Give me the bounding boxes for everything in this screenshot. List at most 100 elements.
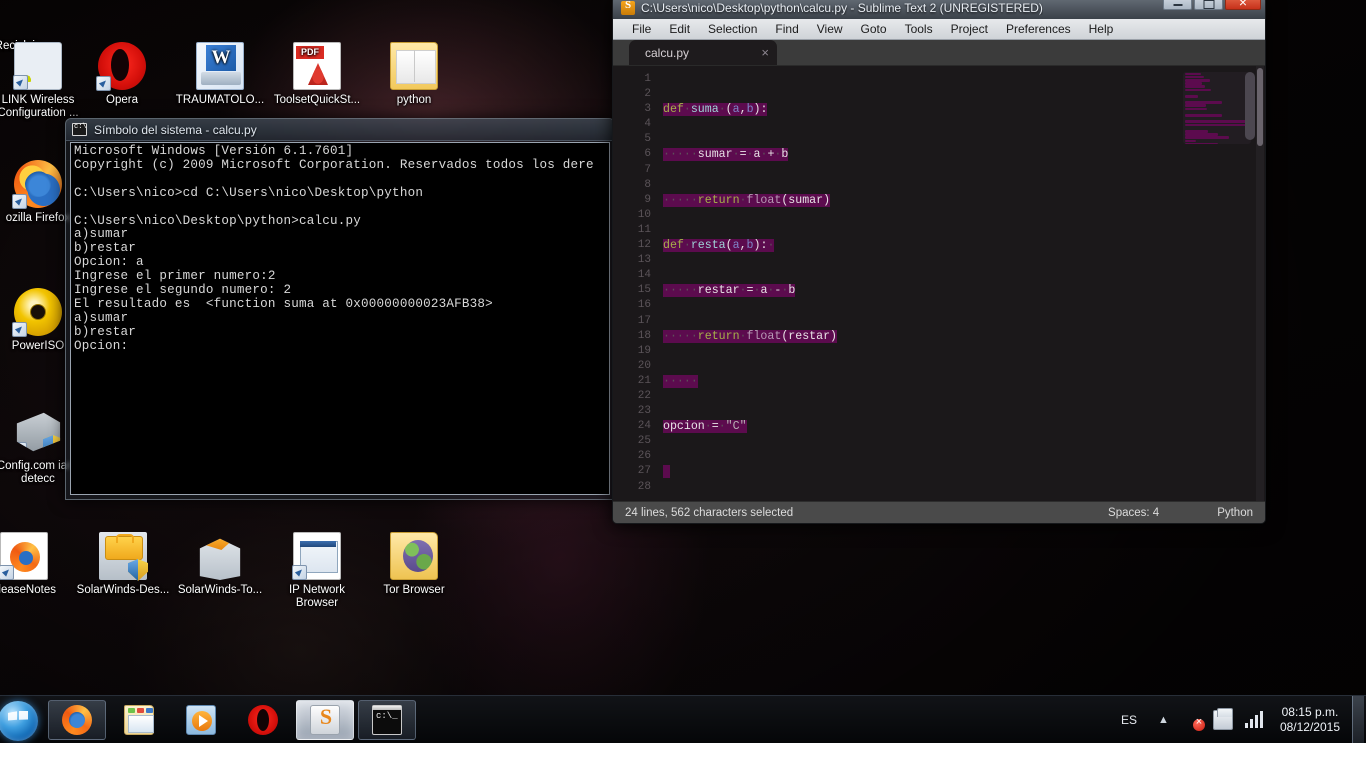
desktop-icon-solarwinds-desktop[interactable]: SolarWinds-Des... [75, 532, 171, 597]
line-number: 16 [637, 299, 651, 312]
line-number: 24 [637, 420, 651, 433]
word-document-icon [196, 42, 244, 90]
code-line: ·····sumar·=·a·+·b [663, 148, 789, 162]
taskbar-button-firefox[interactable] [48, 699, 106, 740]
minimap-line [1185, 139, 1196, 143]
clock-time: 08:15 p.m. [1281, 704, 1339, 719]
tab-calcu-py[interactable]: calcu.py × [629, 40, 777, 65]
command-prompt-window[interactable]: Símbolo del sistema - calcu.py Microsoft… [65, 118, 615, 500]
taskbar-button-media-player[interactable] [172, 700, 230, 740]
page-bottom-area [0, 743, 1366, 768]
shield-icon [128, 559, 148, 581]
menu-selection[interactable]: Selection [699, 20, 766, 38]
minimap-line [1185, 92, 1190, 95]
status-selection: 24 lines, 562 characters selected [625, 506, 794, 519]
network-error-icon[interactable] [1182, 710, 1205, 731]
close-button[interactable] [1225, 0, 1261, 10]
desktop-icon-toolset-quickstart[interactable]: ToolsetQuickSt... [269, 42, 365, 107]
disc-icon [12, 288, 62, 337]
sublime-menubar[interactable]: File Edit Selection Find View Goto Tools… [613, 19, 1265, 40]
error-badge-icon [1192, 716, 1205, 731]
desktop-icon-label: Tor Browser [383, 584, 445, 596]
show-desktop-button[interactable] [1352, 695, 1364, 744]
menu-view[interactable]: View [808, 20, 852, 38]
status-spaces[interactable]: Spaces: 4 [1108, 507, 1159, 519]
taskbar-button-command-prompt[interactable] [358, 699, 416, 740]
scrollbar-thumb[interactable] [1257, 68, 1263, 146]
line-number: 17 [637, 314, 651, 327]
taskbar-button-opera[interactable] [234, 700, 292, 740]
menu-file[interactable]: File [623, 20, 660, 38]
line-number: 22 [637, 389, 651, 402]
desktop-icon-solarwinds-toolset[interactable]: SolarWinds-To... [172, 532, 268, 597]
sublime-statusbar: 24 lines, 562 characters selected Spaces… [613, 501, 1265, 523]
shortcut-arrow-icon [0, 565, 14, 580]
cmd-titlebar[interactable]: Símbolo del sistema - calcu.py [66, 119, 614, 141]
code-line: def·resta(a,b):· [663, 239, 775, 253]
desktop-icon-ip-network-browser[interactable]: IP Network Browser [269, 532, 365, 610]
desktop-icon-label: python [396, 94, 432, 106]
minimize-button[interactable] [1163, 0, 1192, 10]
minimap-line [1185, 88, 1212, 92]
line-number: 1 [644, 73, 651, 85]
tor-folder-icon [390, 532, 438, 580]
system-tray[interactable]: ES ▲ 08:15 p.m. 08/12/2015 [1109, 695, 1366, 744]
menu-find[interactable]: Find [766, 20, 807, 38]
minimap-line [1185, 142, 1218, 144]
firefox-icon [12, 160, 62, 209]
folder-icon [390, 42, 438, 90]
menu-preferences[interactable]: Preferences [997, 20, 1080, 38]
cmd-window-title: Símbolo del sistema - calcu.py [94, 122, 257, 137]
menu-goto[interactable]: Goto [852, 20, 896, 38]
menu-edit[interactable]: Edit [660, 20, 699, 38]
minimap-viewport[interactable] [1245, 72, 1255, 140]
line-number: 3 [644, 103, 651, 116]
minimap-line [1185, 107, 1208, 111]
sublime-tabbar[interactable]: calcu.py × [613, 40, 1265, 66]
shortcut-arrow-icon [12, 322, 27, 337]
minimap-line [1185, 104, 1206, 108]
line-number: 21 [637, 374, 651, 387]
cmd-console-body[interactable]: Microsoft Windows [Versión 6.1.7601] Cop… [70, 142, 610, 495]
tab-close-icon[interactable]: × [749, 45, 769, 60]
firefox-document-icon [0, 532, 48, 580]
taskbar[interactable]: ES ▲ 08:15 p.m. 08/12/2015 [0, 695, 1366, 744]
code-editor[interactable]: def·suma·(a,b): ·····sumar·=·a·+·b ·····… [659, 66, 1177, 501]
clock[interactable]: 08:15 p.m. 08/12/2015 [1272, 705, 1352, 735]
code-line: ·····return·float(restar) [663, 329, 837, 343]
maximize-button[interactable] [1194, 0, 1223, 10]
desktop-icon-label: Opera [106, 94, 138, 106]
sublime-text-window[interactable]: C:\Users\nico\Desktop\python\calcu.py - … [612, 0, 1266, 524]
desktop-icon-python-folder[interactable]: python [366, 42, 462, 107]
line-number: 18 [637, 329, 651, 342]
start-button[interactable] [0, 697, 44, 743]
desktop-icon-opera[interactable]: Opera [74, 42, 170, 107]
opera-icon [96, 42, 146, 91]
sublime-editor-area[interactable]: 1 2 3 4 5 6 7 8 9 10 11 12 13 14 15 16 17 18 19 20 21 22 23 24 2… [613, 66, 1265, 501]
minimap-line [1185, 127, 1190, 130]
chevron-up-icon[interactable]: ▲ [1149, 714, 1178, 726]
desktop-icon-label: ToolsetQuickSt... [273, 94, 361, 106]
menu-tools[interactable]: Tools [896, 20, 942, 38]
editor-vertical-scrollbar[interactable] [1256, 66, 1264, 501]
minimap-content [1183, 72, 1251, 144]
volume-icon[interactable] [1243, 710, 1267, 730]
menu-help[interactable]: Help [1080, 20, 1123, 38]
shortcut-arrow-icon [16, 442, 27, 452]
sublime-titlebar[interactable]: C:\Users\nico\Desktop\python\calcu.py - … [613, 0, 1265, 19]
status-syntax[interactable]: Python [1217, 507, 1253, 519]
desktop-icon-tor-browser[interactable]: Tor Browser [366, 532, 462, 597]
action-center-icon[interactable] [1212, 707, 1233, 730]
menu-project[interactable]: Project [942, 20, 997, 38]
pdf-document-icon [293, 42, 341, 90]
desktop-icon-release-notes[interactable]: eleaseNotes [0, 532, 72, 597]
shortcut-arrow-icon [292, 565, 307, 580]
code-minimap[interactable] [1177, 66, 1265, 501]
line-number: 25 [637, 435, 651, 448]
desktop-icon-traumatologia[interactable]: TRAUMATOLO... [172, 42, 268, 107]
taskbar-button-sublime-text[interactable] [296, 699, 354, 740]
tray-language-indicator[interactable]: ES [1109, 713, 1149, 727]
taskbar-button-explorer[interactable] [110, 700, 168, 740]
shortcut-arrow-icon [96, 76, 111, 91]
cmd-console-output: Microsoft Windows [Versión 6.1.7601] Cop… [74, 144, 594, 353]
